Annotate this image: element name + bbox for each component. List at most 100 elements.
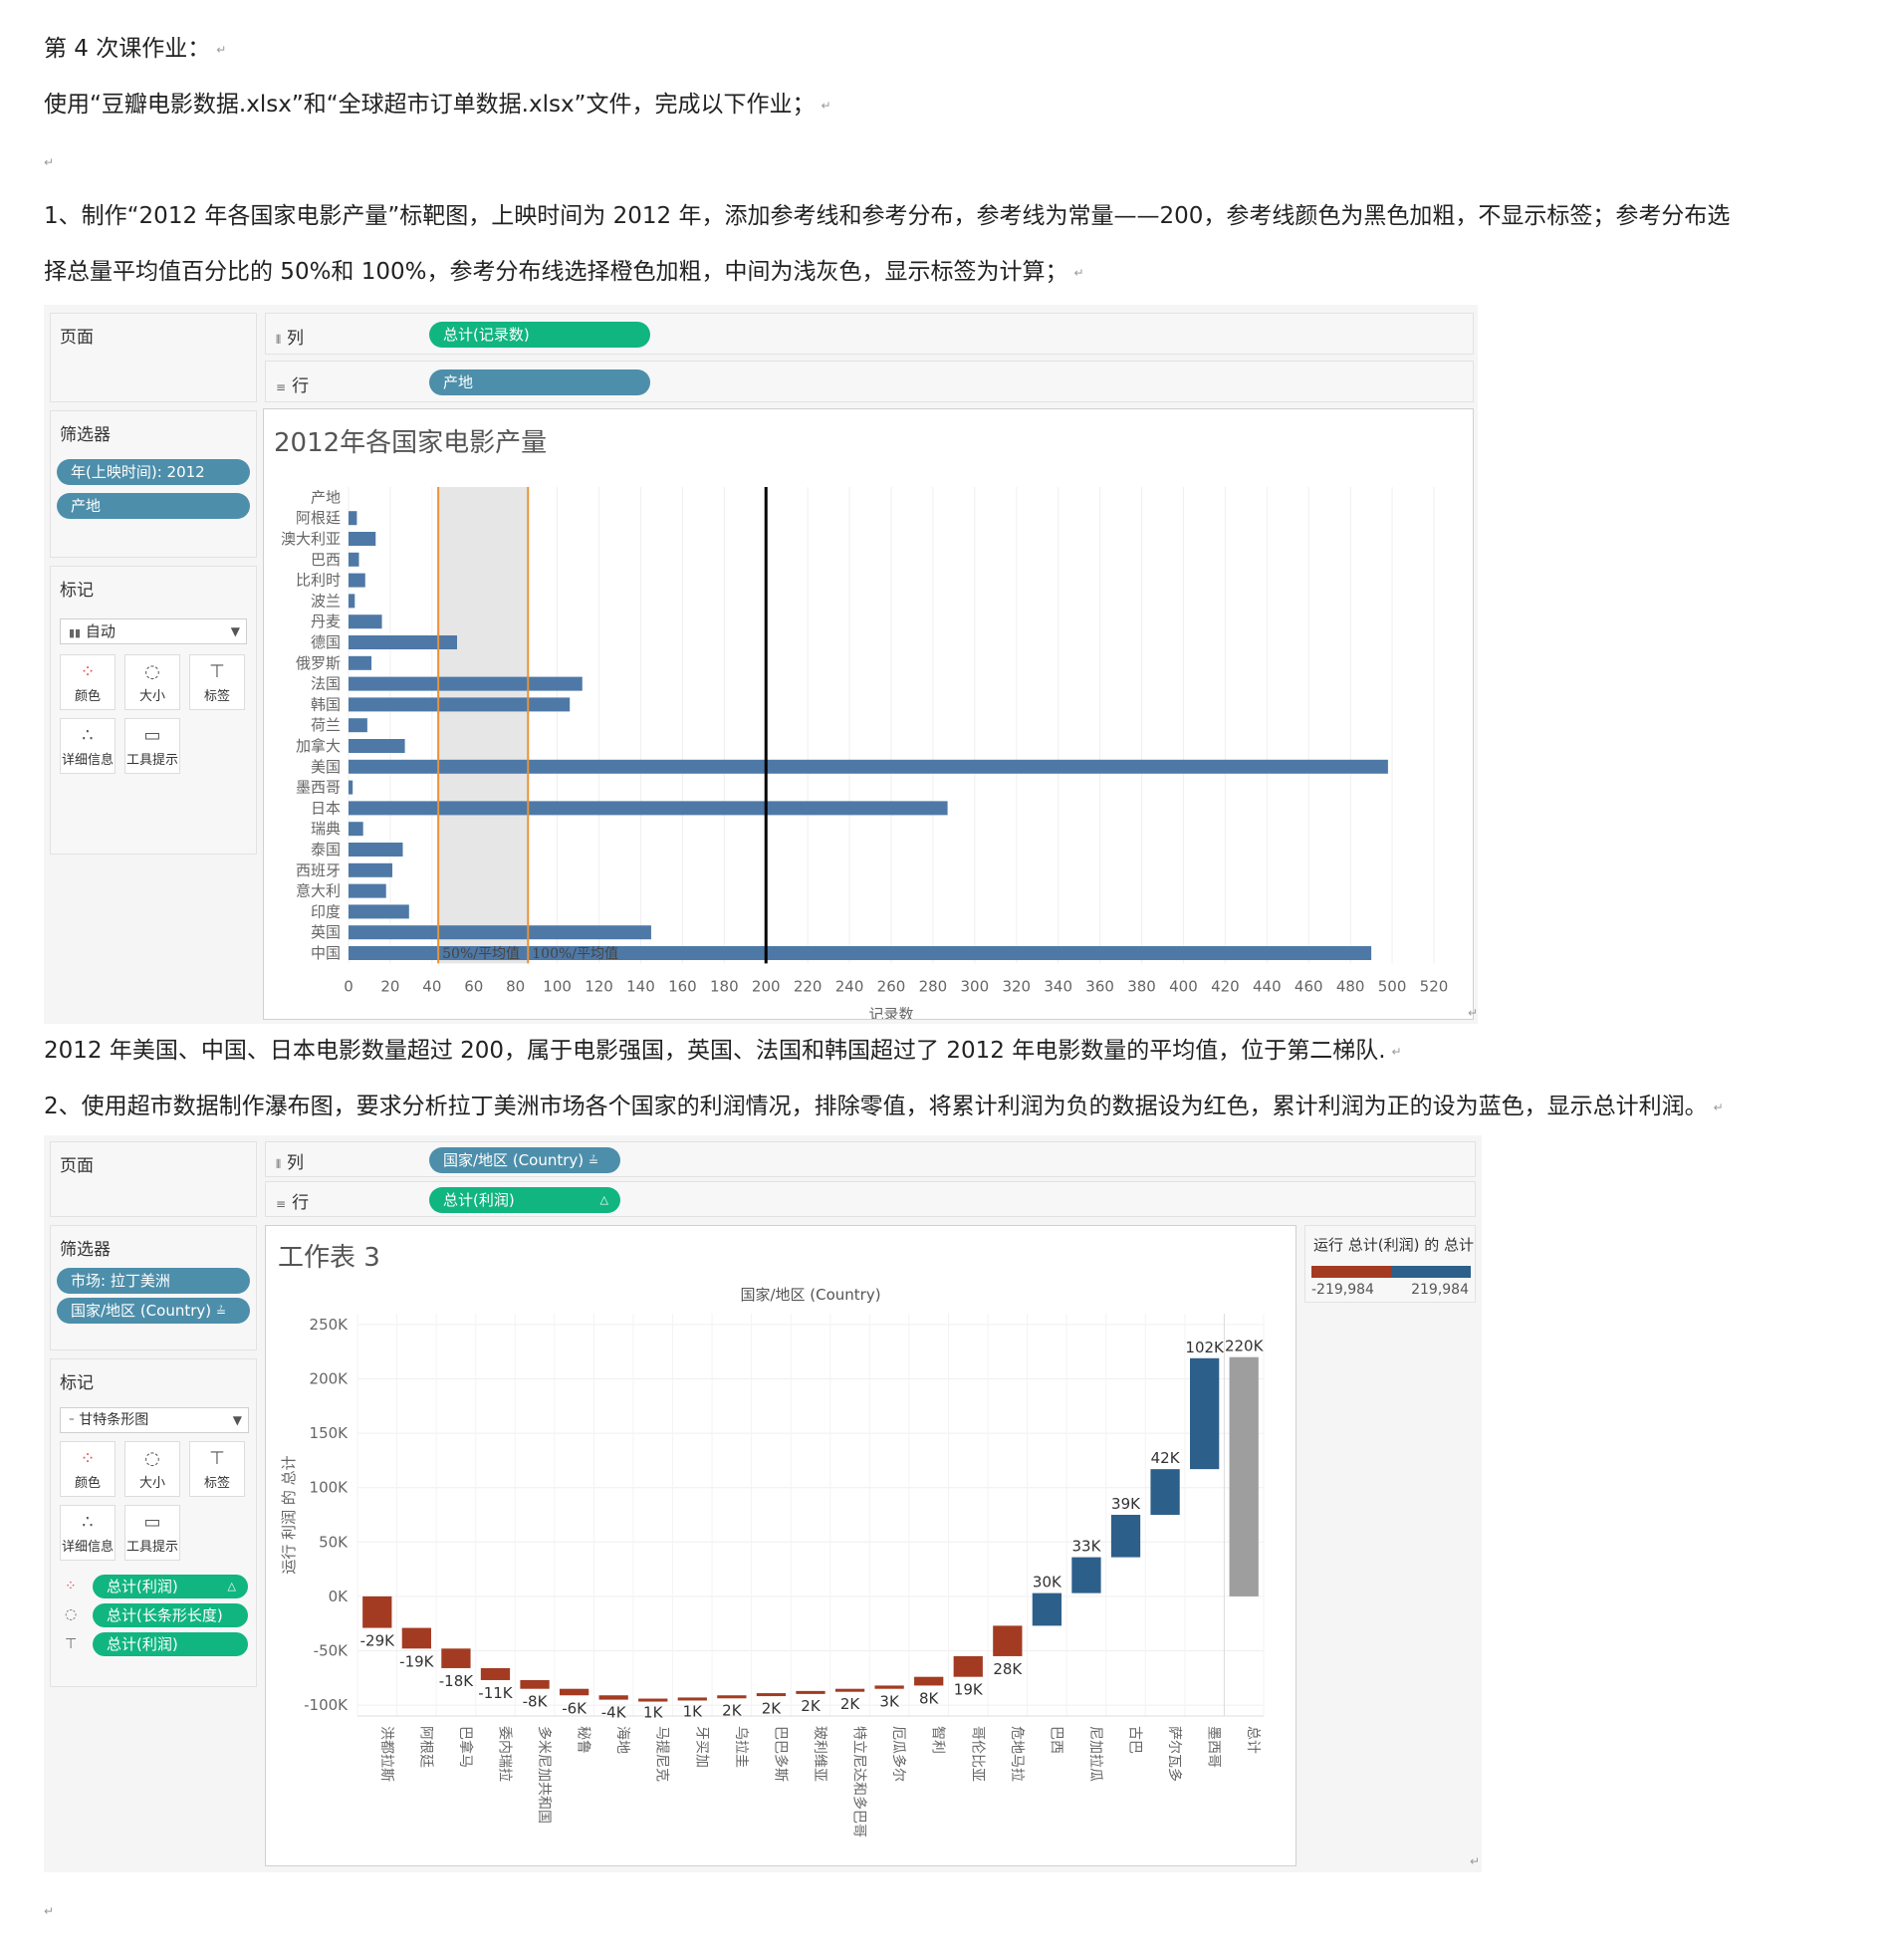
row-label: 德国 [311,633,341,651]
waterfall-bar [441,1648,471,1668]
bar [349,676,583,691]
data-label: 2K [722,1701,743,1719]
mark-pill-label[interactable]: 总计(利润) [93,1632,248,1656]
waterfall-bar [1190,1357,1220,1470]
x-tick-label: 500 [1378,977,1407,995]
mark-pill-color[interactable]: 总计(利润) △ [93,1575,248,1598]
doc-task2: 2、使用超市数据制作瀑布图，要求分析拉丁美洲市场各个国家的利润情况，排除零值，将… [44,1092,1724,1122]
x-tick-label: 180 [710,977,739,995]
color-button-label: 颜色 [74,689,101,704]
mark-type-value: 甘特条形图 [79,1412,149,1428]
tooltip-button[interactable]: ▭ 工具提示 [124,718,180,774]
waterfall-bar [914,1676,944,1686]
conclusion-text: 2012 年美国、中国、日本电影数量超过 200，属于电影强国，英国、法国和韩国… [44,1038,1386,1064]
category-label: 巴巴多斯 [772,1726,789,1782]
paragraph-mark: ↵ [44,155,55,169]
tooltip-button[interactable]: ▭ 工具提示 [124,1505,180,1561]
detail-button-label: 详细信息 [61,753,114,768]
task1-text-b: 择总量平均值百分比的 50%和 100%，参考分布线选择橙色加粗，中间为浅灰色，… [44,259,1068,285]
category-label: 厄瓜多尔 [890,1726,907,1782]
color-button[interactable]: ⁘ 颜色 [60,654,116,710]
chevron-down-icon: ▼ [230,624,240,638]
color-button[interactable]: ⁘ 颜色 [60,1441,116,1497]
columns-pill[interactable]: 国家/地区 (Country) ≟ [429,1147,620,1173]
row-label: 美国 [311,758,341,776]
category-label: 巴拿马 [457,1726,474,1768]
columns-label-text: 列 [287,329,305,349]
marks-panel: 标记 ⁼ 甘特条形图 ▼ ⁘ 颜色 ◌ 大小 ⊤ 标签 ∴ 详细信息 ▭ 工具提示 ⁘ 总计… [50,1358,257,1687]
chart2-canvas: 工作表 3 国家/地区 (Country) 250K 200K 150K 100K 50K 0… [265,1225,1296,1866]
row-label: 瑞典 [311,820,341,838]
label-button[interactable]: ⊤ 标签 [189,1441,245,1497]
x-tick-label: 440 [1253,977,1282,995]
bar [349,552,359,567]
mark-pill-size[interactable]: 总计(长条形长度) [93,1603,248,1627]
rows-shelf[interactable]: ≡ 行 总计(利润) △ [265,1181,1476,1217]
data-label: 3K [879,1693,900,1711]
columns-shelf[interactable]: ⫴ 列 总计(记录数) [265,313,1474,355]
label-t-icon: ⊤ [209,1448,225,1469]
detail-button[interactable]: ∴ 详细信息 [60,1505,116,1561]
label-button[interactable]: ⊤ 标签 [189,654,245,710]
filters-label: 筛选器 [60,425,111,445]
filter-pill-origin[interactable]: 产地 [57,493,250,519]
label-button-label: 标签 [203,1476,230,1491]
waterfall-bar [401,1627,431,1649]
row-label: 波兰 [311,592,341,610]
rows-shelf[interactable]: ≡ 行 产地 [265,361,1474,402]
filter-pill-year[interactable]: 年(上映时间): 2012 [57,459,250,485]
x-axis-label: 记录数 [868,1005,913,1019]
mark-type-dropdown[interactable]: ▮▮ 自动 ▼ [60,618,247,644]
bar [349,843,403,857]
filter-pill-market[interactable]: 市场: 拉丁美洲 [57,1268,250,1294]
label-t-icon: ⊤ [209,661,225,682]
size-icon: ◌ [65,1606,78,1622]
chevron-down-icon: ▼ [232,1413,242,1427]
row-label: 比利时 [296,572,341,590]
x-tick-label: 280 [919,977,948,995]
size-button[interactable]: ◌ 大小 [124,1441,180,1497]
rows-pill[interactable]: 总计(利润) △ [429,1187,620,1213]
waterfall-bar [1110,1515,1141,1558]
filter-country-text: 国家/地区 (Country) [71,1302,212,1320]
color-button-label: 颜色 [74,1476,101,1491]
legend-min: -219,984 [1311,1282,1374,1298]
bar [349,697,571,712]
row-label: 巴西 [311,551,341,569]
row-label: 加拿大 [296,737,341,755]
label-t-icon: ⊤ [65,1636,78,1652]
data-label: 42K [1151,1449,1181,1467]
data-label: 102K [1185,1339,1225,1356]
rows-label-text: 行 [292,1193,310,1213]
rows-icon: ≡ [276,380,287,394]
y-tick-label: -50K [314,1641,349,1659]
columns-pill[interactable]: 总计(记录数) [429,322,650,348]
columns-shelf[interactable]: ⫴ 列 国家/地区 (Country) ≟ [265,1141,1476,1177]
filter-pill-country[interactable]: 国家/地区 (Country) ≟ [57,1298,250,1324]
category-label: 委内瑞拉 [496,1726,512,1782]
waterfall-bar [559,1688,589,1696]
y-tick-label: -100K [304,1696,349,1714]
detail-button[interactable]: ∴ 详细信息 [60,718,116,774]
waterfall-bar [717,1695,747,1699]
pages-panel: 页面 [50,1141,257,1217]
x-tick-label: 360 [1085,977,1114,995]
mark-type-dropdown[interactable]: ⁼ 甘特条形图 ▼ [60,1407,249,1433]
x-tick-label: 80 [506,977,525,995]
x-tick-label: 320 [1002,977,1031,995]
legend-title: 运行 总计(利润) 的 总计 [1313,1236,1475,1254]
category-label: 古巴 [1127,1726,1143,1754]
row-label: 日本 [311,799,341,817]
task2-text: 2、使用超市数据制作瀑布图，要求分析拉丁美洲市场各个国家的利润情况，排除零值，将… [44,1094,1708,1119]
category-label: 马提尼克 [654,1726,670,1782]
bar-chart-icon: ▮▮ [69,626,82,639]
pages-label: 页面 [60,328,94,348]
band-label: 50%/平均值 [442,946,520,962]
waterfall-bar [677,1697,707,1701]
rows-pill[interactable]: 产地 [429,369,650,395]
detail-dots-icon: ∴ [82,1512,94,1533]
size-button[interactable]: ◌ 大小 [124,654,180,710]
y-tick-label: 150K [310,1424,350,1442]
mark-pill-color-text: 总计(利润) [107,1578,178,1595]
data-label: 2K [801,1697,822,1715]
